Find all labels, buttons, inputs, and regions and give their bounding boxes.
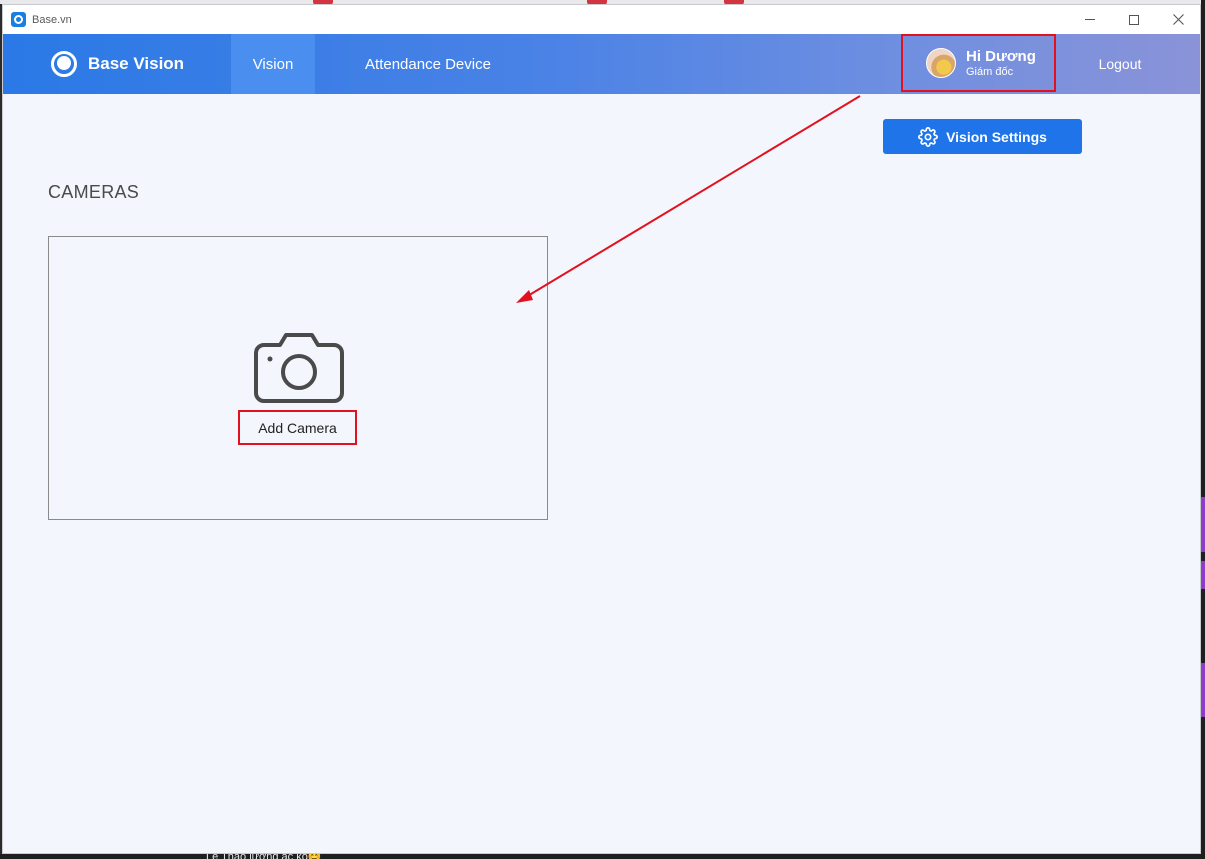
background-right-edge: [1201, 0, 1205, 859]
vision-settings-label: Vision Settings: [946, 128, 1047, 145]
brand[interactable]: Base Vision: [51, 51, 184, 77]
close-icon: [1172, 14, 1184, 25]
tab-attendance-device-label: Attendance Device: [365, 55, 491, 73]
tab-vision[interactable]: Vision: [231, 34, 315, 94]
user-profile[interactable]: Hi Dương Giám đốc: [901, 34, 1056, 92]
minimize-icon: [1085, 19, 1095, 20]
camera-icon: [254, 333, 344, 403]
avatar: [926, 48, 956, 78]
maximize-button[interactable]: [1112, 5, 1156, 34]
user-greeting: Hi Dương: [966, 47, 1036, 65]
app-logo-icon: [11, 12, 26, 27]
maximize-icon: [1129, 14, 1139, 25]
add-camera-card[interactable]: Add Camera: [48, 236, 548, 520]
add-camera-button[interactable]: Add Camera: [238, 410, 357, 445]
gear-icon: [918, 126, 938, 147]
window-controls: [1068, 5, 1200, 34]
app-window: Base.vn Base Vision Vision Attendance De…: [2, 4, 1201, 854]
tab-vision-label: Vision: [252, 55, 294, 73]
brand-name: Base Vision: [88, 54, 185, 73]
background-bottom-edge: [0, 854, 1205, 859]
top-navbar: Base Vision Vision Attendance Device Hi …: [3, 34, 1200, 94]
logout-button[interactable]: Logout: [1083, 34, 1157, 94]
window-title: Base.vn: [32, 13, 72, 26]
title-bar[interactable]: Base.vn: [3, 5, 1200, 34]
minimize-button[interactable]: [1068, 5, 1112, 34]
tab-attendance-device[interactable]: Attendance Device: [348, 34, 508, 94]
close-button[interactable]: [1156, 5, 1200, 34]
brand-logo-icon: [51, 51, 77, 77]
user-info: Hi Dương Giám đốc: [966, 48, 1036, 79]
section-title: CAMERAS: [48, 182, 140, 202]
user-role: Giám đốc: [966, 65, 1014, 78]
vision-settings-button[interactable]: Vision Settings: [883, 119, 1082, 154]
